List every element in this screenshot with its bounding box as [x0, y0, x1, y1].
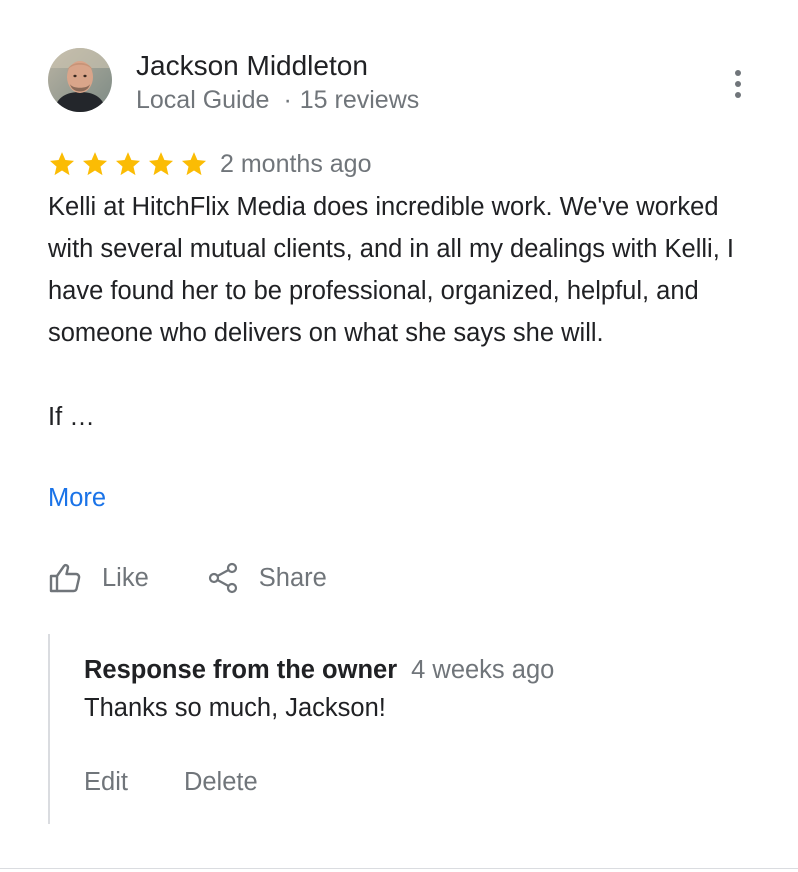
- star-icon: [148, 152, 174, 176]
- owner-response-title: Response from the owner: [84, 656, 398, 684]
- edit-button[interactable]: Edit: [84, 764, 128, 800]
- like-label: Like: [102, 564, 149, 592]
- local-guide-badge: Local Guide: [136, 86, 270, 114]
- review-card: Jackson Middleton Local Guide · 15 reviews…: [0, 0, 798, 869]
- profile-photo-icon: [48, 48, 112, 112]
- delete-button[interactable]: Delete: [184, 764, 258, 800]
- more-vert-icon[interactable]: [722, 66, 754, 102]
- owner-response-date: 4 weeks ago: [411, 656, 555, 684]
- avatar[interactable]: [48, 48, 112, 112]
- star-icon: [82, 152, 108, 176]
- review-date: 2 months ago: [220, 150, 372, 178]
- share-label: Share: [258, 564, 327, 592]
- review-count[interactable]: 15 reviews: [300, 86, 420, 114]
- rating-row: 2 months ago: [48, 146, 372, 182]
- share-icon: [208, 562, 237, 594]
- star-icon: [115, 152, 141, 176]
- owner-response-header: Response from the owner 4 weeks ago: [84, 652, 554, 688]
- author-meta: Local Guide · 15 reviews: [136, 84, 419, 116]
- review-actions: Like Share: [48, 556, 327, 600]
- like-button[interactable]: Like: [48, 556, 149, 600]
- star-rating: [48, 150, 213, 178]
- review-text: Kelli at HitchFlix Media does incredible…: [48, 193, 734, 431]
- menu-dot: [735, 92, 741, 98]
- menu-dot: [735, 81, 741, 87]
- owner-response: Response from the owner 4 weeks ago Thank…: [48, 634, 750, 824]
- divider: [0, 868, 798, 869]
- more-link[interactable]: More: [48, 480, 106, 516]
- share-button[interactable]: Share: [207, 556, 327, 600]
- author-name[interactable]: Jackson Middleton: [136, 48, 368, 84]
- owner-response-actions: Edit Delete: [84, 764, 258, 800]
- meta-separator: ·: [283, 86, 292, 114]
- menu-dot: [735, 70, 741, 76]
- star-icon: [49, 152, 75, 176]
- owner-response-text: Thanks so much, Jackson!: [84, 694, 386, 722]
- star-icon: [181, 152, 207, 176]
- thumb-up-icon: [49, 563, 81, 593]
